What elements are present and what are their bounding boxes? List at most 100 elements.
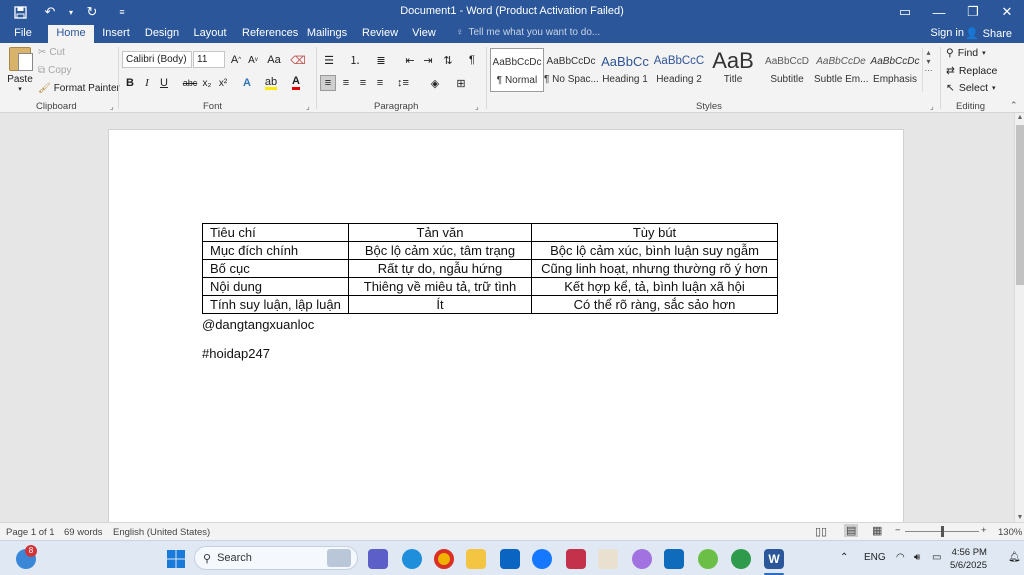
style-heading-1[interactable]: AaBbCc Heading 1 bbox=[598, 48, 652, 92]
tab-design[interactable]: Design bbox=[144, 25, 180, 43]
zoom-in-icon[interactable]: + bbox=[981, 525, 987, 536]
vertical-scrollbar[interactable]: ▲ ▼ bbox=[1014, 113, 1024, 522]
tab-insert[interactable]: Insert bbox=[100, 25, 132, 43]
sort-icon[interactable]: ⇅ bbox=[440, 52, 456, 68]
chrome-icon[interactable] bbox=[434, 549, 454, 569]
start-windows-icon[interactable] bbox=[166, 549, 186, 569]
highlight-icon[interactable]: ab bbox=[262, 75, 280, 91]
app-icon[interactable] bbox=[698, 549, 718, 569]
zoom-level[interactable]: 130% bbox=[998, 527, 1022, 538]
outlook-icon[interactable] bbox=[500, 549, 520, 569]
notification-center-icon[interactable]: 🔔︎ bbox=[1008, 552, 1021, 563]
shrink-font-icon[interactable]: Av bbox=[245, 52, 261, 68]
underline-button[interactable]: U bbox=[157, 75, 171, 91]
zalo-icon[interactable] bbox=[532, 549, 552, 569]
ribbon-display-icon[interactable]: ▭ bbox=[888, 0, 922, 24]
borders-icon[interactable]: ⊞ bbox=[452, 75, 470, 91]
more-styles-icon[interactable]: ⋯ bbox=[923, 66, 934, 75]
superscript-button[interactable]: x² bbox=[216, 75, 230, 91]
tab-layout[interactable]: Layout bbox=[192, 25, 228, 43]
font-launcher-icon[interactable]: ⌟ bbox=[306, 102, 310, 111]
font-name-box[interactable]: Calibri (Body) bbox=[122, 51, 192, 68]
align-left-icon[interactable]: ≡ bbox=[320, 75, 336, 91]
table-cell[interactable]: Nội dung bbox=[202, 277, 349, 296]
tab-file[interactable]: File bbox=[10, 25, 36, 43]
pilcrow-icon[interactable]: ¶ bbox=[464, 52, 480, 68]
edge-icon[interactable] bbox=[402, 549, 422, 569]
font-color-icon[interactable]: A bbox=[288, 75, 304, 91]
align-center-icon[interactable]: ≡ bbox=[338, 75, 354, 91]
sign-in-link[interactable]: Sign in bbox=[930, 27, 964, 39]
show-hidden-icons[interactable]: ⌃ bbox=[840, 552, 848, 563]
input-language[interactable]: ENG bbox=[864, 552, 886, 563]
table-cell[interactable]: Bố cục bbox=[202, 259, 349, 278]
increase-indent-icon[interactable]: ⇥ bbox=[420, 52, 436, 68]
justify-icon[interactable]: ≡ bbox=[372, 75, 388, 91]
tab-home[interactable]: Home bbox=[48, 25, 94, 43]
table-cell[interactable]: Bộc lộ cảm xúc, tâm trạng bbox=[348, 241, 532, 260]
store-icon[interactable] bbox=[566, 549, 586, 569]
tell-me-box[interactable]: ♀ Tell me what you want to do... bbox=[456, 27, 600, 38]
decrease-indent-icon[interactable]: ⇤ bbox=[402, 52, 418, 68]
share-button[interactable]: 👤 Share bbox=[965, 27, 1012, 41]
text-effects-icon[interactable]: A bbox=[238, 75, 256, 91]
battery-icon[interactable]: ▭ bbox=[932, 552, 941, 563]
chevron-up-icon[interactable]: ▴ bbox=[923, 48, 934, 57]
tab-review[interactable]: Review bbox=[362, 25, 398, 43]
table-cell[interactable]: Ít bbox=[348, 295, 532, 314]
change-case-button[interactable]: Aa bbox=[264, 52, 284, 68]
strikethrough-button[interactable]: abc bbox=[181, 75, 199, 91]
table-cell[interactable]: Tiêu chí bbox=[202, 223, 349, 242]
cut-button[interactable]: ✂ Cut bbox=[38, 47, 65, 58]
style-subtitle[interactable]: AaBbCcD Subtitle bbox=[760, 48, 814, 92]
restore-button[interactable]: ❐ bbox=[956, 0, 990, 24]
zoom-out-icon[interactable]: − bbox=[895, 525, 901, 536]
document-page[interactable]: Tiêu chí Tản văn Tùy bút Mục đích chính Bộc … bbox=[108, 129, 904, 522]
read-mode-icon[interactable]: ▯▯ bbox=[815, 525, 827, 538]
minimize-button[interactable]: — bbox=[922, 0, 956, 24]
select-button[interactable]: ↖ Select ▾ bbox=[946, 82, 996, 94]
table-cell[interactable]: Mục đích chính bbox=[202, 241, 349, 260]
clear-formatting-icon[interactable]: ⌫ bbox=[290, 52, 306, 68]
table-cell[interactable]: Tùy bút bbox=[531, 223, 778, 242]
clock[interactable]: 4:56 PM 5/6/2025 bbox=[950, 546, 987, 572]
styles-launcher-icon[interactable]: ⌟ bbox=[930, 102, 934, 111]
web-layout-icon[interactable]: ▦ bbox=[872, 524, 882, 537]
table-cell[interactable]: Tính suy luận, lập luận bbox=[202, 295, 349, 314]
style-heading-2[interactable]: AaBbCcC Heading 2 bbox=[652, 48, 706, 92]
bold-button[interactable]: B bbox=[123, 75, 137, 91]
word-app-icon[interactable]: W bbox=[764, 549, 784, 569]
format-painter-button[interactable]: 🖌 Format Painter bbox=[38, 83, 120, 94]
tab-references[interactable]: References bbox=[242, 25, 298, 43]
table-cell[interactable]: Bộc lộ cảm xúc, bình luận suy ngẫm bbox=[531, 241, 778, 260]
table-cell[interactable]: Cũng linh hoạt, nhưng thường rõ ý hơn bbox=[531, 259, 778, 278]
align-right-icon[interactable]: ≡ bbox=[355, 75, 371, 91]
copilot-icon[interactable] bbox=[632, 549, 652, 569]
replace-button[interactable]: ⇄ Replace bbox=[946, 65, 997, 77]
chevron-down-icon[interactable]: ▾ bbox=[923, 57, 934, 66]
word-count[interactable]: 69 words bbox=[64, 527, 103, 538]
table-cell[interactable]: Kết hợp kể, tả, bình luận xã hội bbox=[531, 277, 778, 296]
copy-button[interactable]: ⧉ Copy bbox=[38, 65, 72, 76]
wifi-icon[interactable]: ◠ bbox=[896, 552, 905, 563]
print-layout-icon[interactable]: ▤ bbox=[844, 524, 859, 537]
shading-icon[interactable]: ◈ bbox=[426, 75, 444, 91]
app-icon[interactable] bbox=[731, 549, 751, 569]
subscript-button[interactable]: x₂ bbox=[200, 75, 214, 91]
paragraph-launcher-icon[interactable]: ⌟ bbox=[475, 102, 479, 111]
volume-icon[interactable]: 🔊︎ bbox=[914, 552, 920, 563]
clipboard-launcher-icon[interactable]: ⌟ bbox=[110, 102, 114, 111]
tab-mailings[interactable]: Mailings bbox=[306, 25, 348, 43]
outlook-new-icon[interactable] bbox=[664, 549, 684, 569]
numbering-icon[interactable]: ⒈ bbox=[346, 52, 364, 68]
zoom-slider-thumb[interactable] bbox=[941, 526, 944, 537]
style-emphasis[interactable]: AaBbCcDc Emphasis bbox=[868, 48, 922, 92]
line-spacing-icon[interactable]: ↕≡ bbox=[394, 75, 412, 91]
multilevel-list-icon[interactable]: ≣ bbox=[372, 52, 390, 68]
scroll-thumb[interactable] bbox=[1016, 125, 1024, 285]
collapse-ribbon-icon[interactable]: ⌃ bbox=[1010, 100, 1018, 111]
table-cell[interactable]: Thiêng về miêu tả, trữ tình bbox=[348, 277, 532, 296]
comparison-table[interactable]: Tiêu chí Tản văn Tùy bút Mục đích chính Bộc … bbox=[202, 223, 778, 314]
page-count[interactable]: Page 1 of 1 bbox=[6, 527, 55, 538]
notes-app-icon[interactable] bbox=[598, 549, 618, 569]
